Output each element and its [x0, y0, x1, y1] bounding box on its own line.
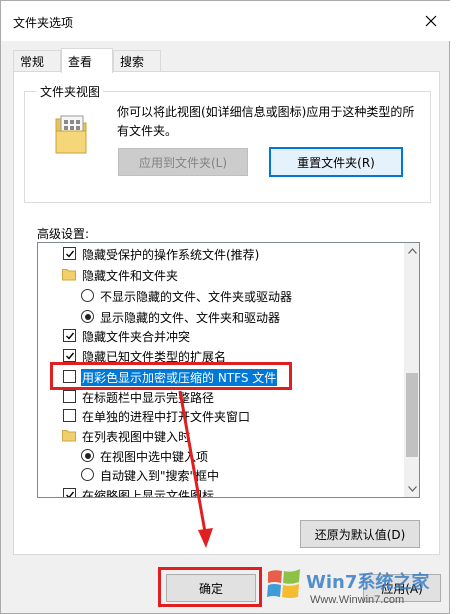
- list-item[interactable]: 不显示隐藏的文件、文件夹或驱动器: [38, 286, 404, 306]
- windows-logo-icon: [267, 569, 300, 598]
- tab-general-label: 常规: [20, 55, 45, 69]
- check-icon: [65, 491, 74, 497]
- list-item[interactable]: 隐藏文件夹合并冲突: [38, 326, 404, 346]
- checkbox[interactable]: [63, 390, 76, 403]
- tab-search[interactable]: 搜索: [113, 50, 161, 72]
- chevron-up-icon: [407, 248, 417, 254]
- reset-folders-button[interactable]: 重置文件夹(R): [269, 147, 403, 177]
- close-icon: [425, 15, 437, 27]
- checkbox[interactable]: [63, 409, 76, 422]
- chevron-down-icon: [407, 486, 417, 492]
- apply-to-folders-label: 应用到文件夹(L): [138, 155, 228, 170]
- radio-dot: [84, 313, 91, 320]
- check-icon: [65, 332, 74, 340]
- scroll-thumb[interactable]: [406, 373, 418, 457]
- dialog-title: 文件夹选项: [13, 16, 74, 30]
- check-icon: [65, 352, 74, 360]
- tab-general[interactable]: 常规: [13, 50, 61, 72]
- highlight-box-ok-button: [158, 567, 262, 607]
- vertical-scrollbar[interactable]: [404, 243, 419, 497]
- list-item[interactable]: 显示隐藏的文件、文件夹和驱动器: [38, 307, 404, 327]
- title-bar: 文件夹选项: [1, 1, 450, 41]
- list-item[interactable]: 在标题栏中显示完整路径: [38, 387, 404, 407]
- radio-button[interactable]: [81, 310, 94, 323]
- list-item[interactable]: 在缩略图上显示文件图标: [38, 485, 404, 498]
- scroll-down-button[interactable]: [404, 481, 419, 497]
- list-item[interactable]: 在单独的进程中打开文件夹窗口: [38, 406, 404, 426]
- list-item-label: 隐藏文件和文件夹: [82, 269, 179, 283]
- list-item[interactable]: 自动键入到"搜索"框中: [38, 465, 404, 485]
- folder-icon: [62, 269, 76, 281]
- list-item-label: 在缩略图上显示文件图标: [82, 489, 215, 498]
- restore-defaults-label: 还原为默认值(D): [314, 527, 406, 542]
- list-item-label: 隐藏文件夹合并冲突: [82, 330, 191, 344]
- tab-search-label: 搜索: [120, 55, 145, 69]
- radio-button[interactable]: [81, 468, 94, 481]
- list-item[interactable]: 隐藏受保护的操作系统文件(推荐): [38, 244, 404, 264]
- folder-views-description: 你可以将此视图(如详细信息或图标)应用于这种类型的所有文件夹。: [117, 105, 415, 138]
- list-item-label: 不显示隐藏的文件、文件夹或驱动器: [100, 290, 293, 304]
- list-item-label: 在列表视图中键入时: [82, 430, 191, 444]
- apply-to-folders-button[interactable]: 应用到文件夹(L): [118, 148, 248, 176]
- list-item: 隐藏文件和文件夹: [38, 265, 404, 285]
- list-item-label: 隐藏受保护的操作系统文件(推荐): [82, 248, 260, 262]
- radio-button[interactable]: [81, 449, 94, 462]
- scroll-up-button[interactable]: [404, 243, 419, 259]
- list-item-label: 显示隐藏的文件、文件夹和驱动器: [100, 311, 281, 325]
- watermark-url: Www.Winwin7.com: [310, 594, 405, 606]
- radio-button[interactable]: [81, 289, 94, 302]
- list-item-label: 在视图中选中键入项: [100, 450, 209, 464]
- checkbox[interactable]: [63, 488, 76, 497]
- list-item[interactable]: 在视图中选中键入项: [38, 446, 404, 466]
- radio-dot: [84, 452, 91, 459]
- list-item: 在列表视图中键入时: [38, 426, 404, 446]
- watermark: Win7系统之家 Www.Winwin7.com: [258, 556, 458, 614]
- checkbox[interactable]: [63, 349, 76, 362]
- check-icon: [65, 250, 74, 258]
- reset-folders-label: 重置文件夹(R): [297, 155, 375, 170]
- list-item-label: 在单独的进程中打开文件夹窗口: [82, 410, 251, 424]
- list-item-label: 在标题栏中显示完整路径: [82, 391, 215, 405]
- background-window-edge: [450, 0, 458, 614]
- folder-views-label: 文件夹视图: [37, 83, 104, 100]
- folder-view-icon: [55, 115, 87, 154]
- checkbox[interactable]: [63, 329, 76, 342]
- list-item-label: 自动键入到"搜索"框中: [100, 469, 220, 483]
- watermark-brand: Win7系统之家: [306, 572, 430, 593]
- checkbox[interactable]: [63, 247, 76, 260]
- tab-view-label: 查看: [68, 54, 93, 69]
- restore-defaults-button[interactable]: 还原为默认值(D): [300, 520, 420, 548]
- folder-icon: [62, 430, 76, 442]
- highlight-box-ntfs-option: [50, 362, 292, 390]
- tab-view[interactable]: 查看: [61, 48, 113, 73]
- close-button[interactable]: [416, 7, 446, 35]
- folder-options-dialog: 文件夹选项 常规 查看 搜索 文件夹视图 你可以将此视图(如详细信息或图标)应用…: [0, 0, 450, 614]
- advanced-settings-label: 高级设置:: [37, 227, 90, 241]
